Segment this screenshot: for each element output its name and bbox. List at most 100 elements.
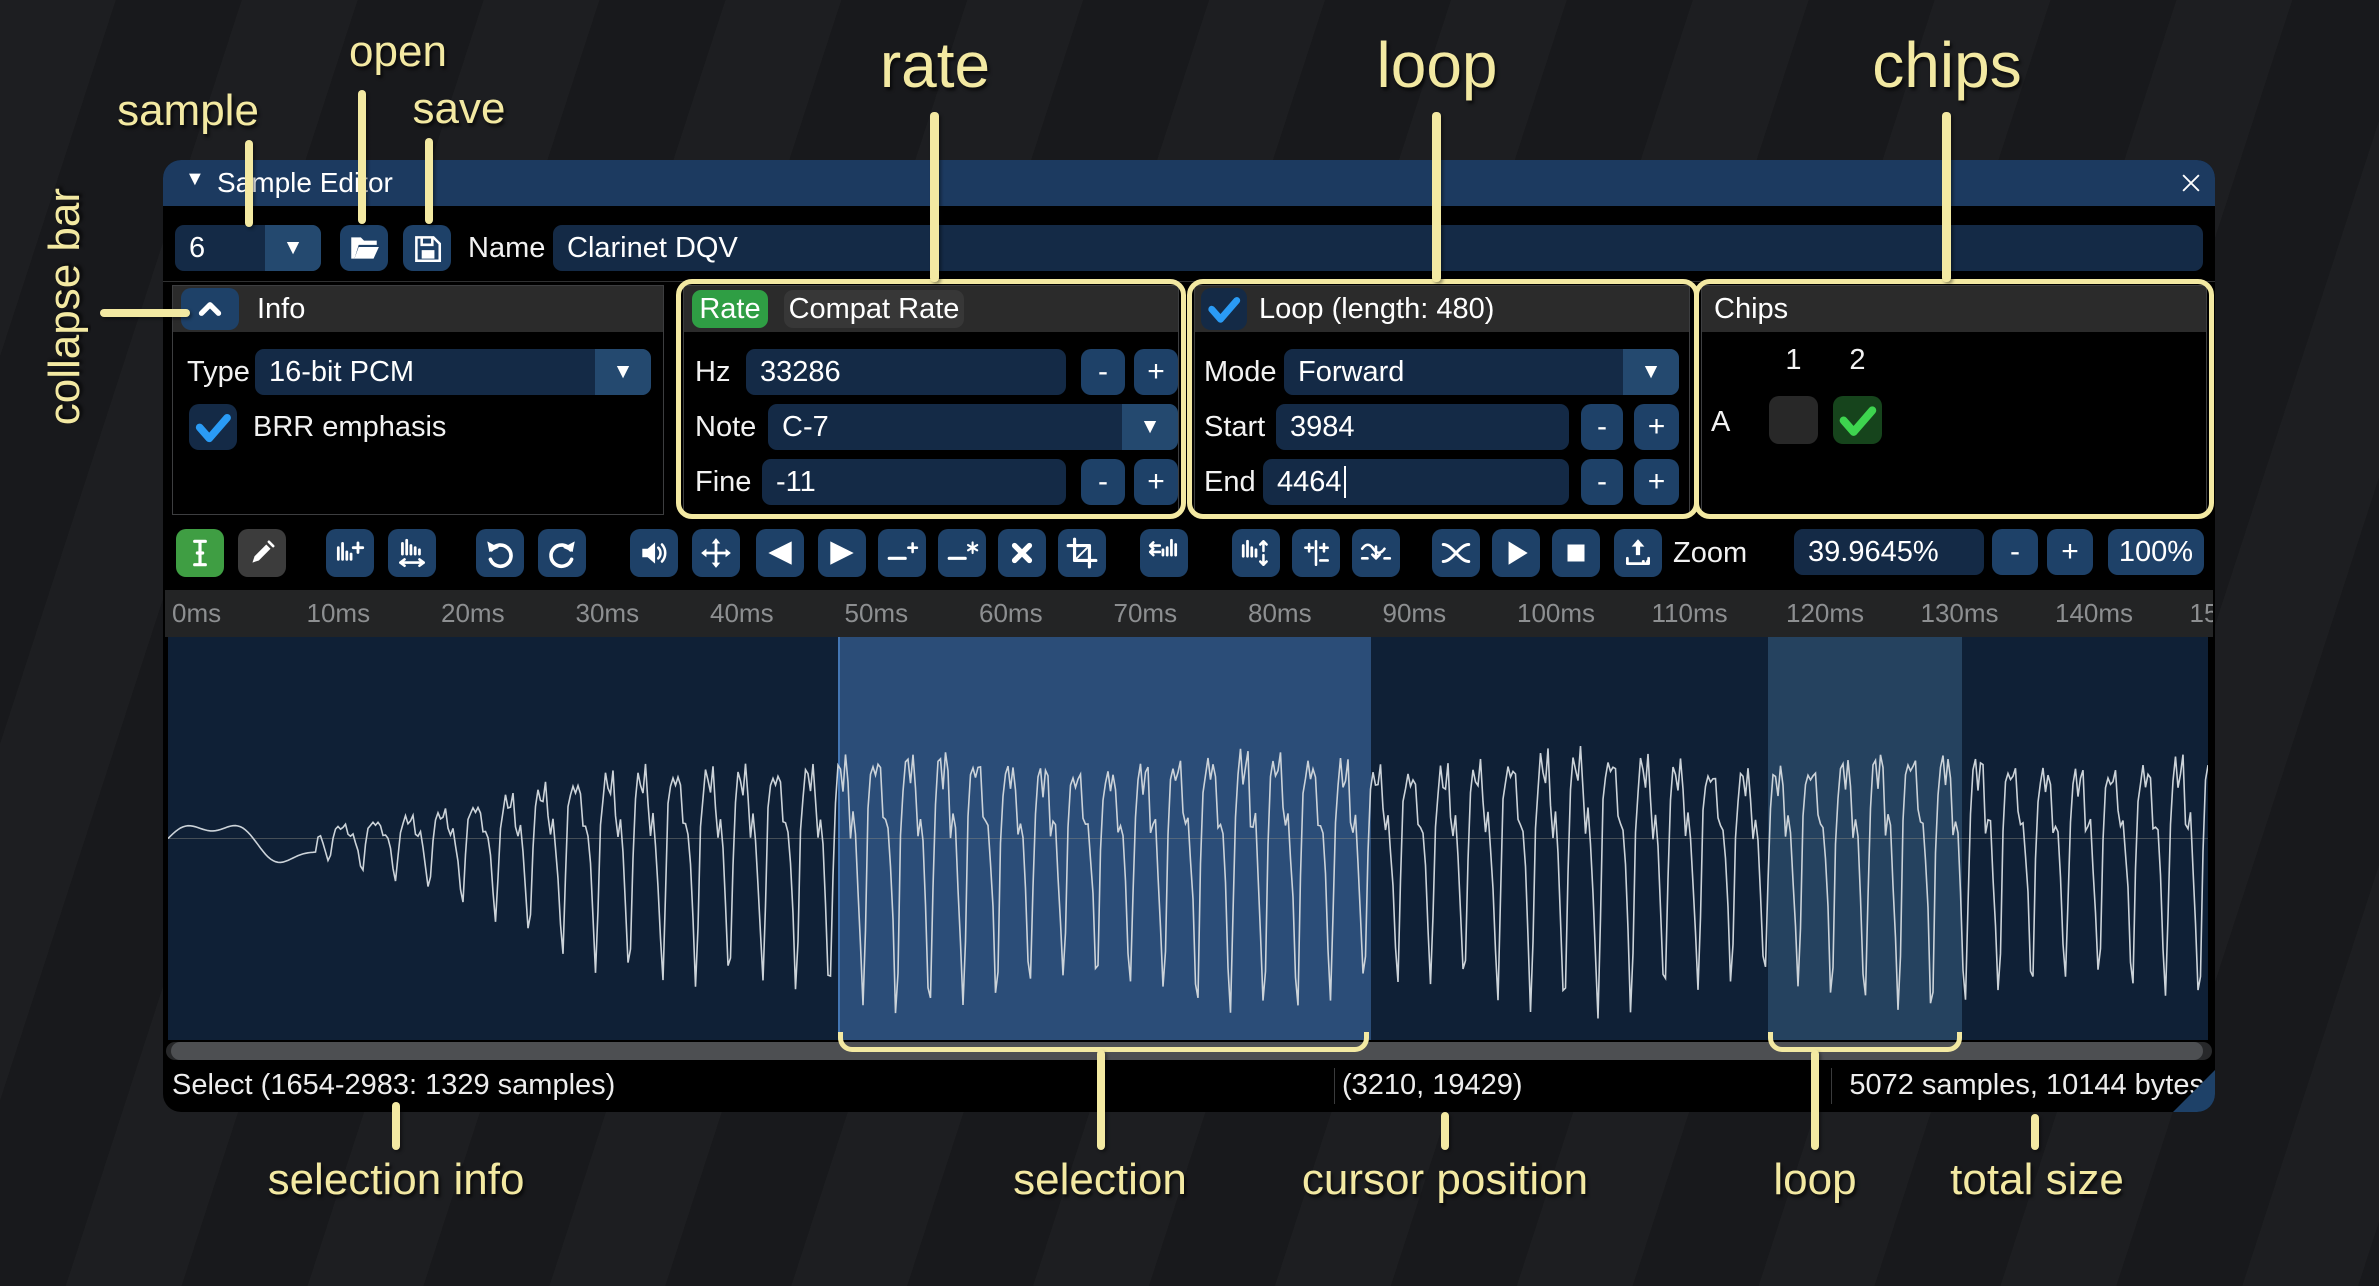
invert-button[interactable] xyxy=(1232,529,1280,577)
norm-icon xyxy=(1239,536,1273,570)
callout-line-rate xyxy=(930,112,939,282)
draw-tool[interactable] xyxy=(238,529,286,577)
annotation-selection: selection xyxy=(1013,1155,1187,1205)
waveform-view[interactable] xyxy=(168,637,2208,1040)
ruler-tick: 30ms xyxy=(576,590,640,637)
ruler-tick: 150ms xyxy=(2190,590,2214,637)
callout-bracket-selection xyxy=(838,1032,1369,1052)
fade-out-button[interactable] xyxy=(818,529,866,577)
zoom-reset-button[interactable]: 100% xyxy=(2108,529,2204,575)
filter-icon xyxy=(1359,536,1393,570)
resample-button[interactable] xyxy=(388,529,436,577)
apply-silence-button[interactable] xyxy=(938,529,986,577)
reverse-icon xyxy=(1147,536,1181,570)
undo-button[interactable] xyxy=(476,529,524,577)
zoom-value: 39.9645% xyxy=(1808,536,1939,569)
window-collapse-icon[interactable]: ▼ xyxy=(185,168,205,191)
annotation-loop-bottom: loop xyxy=(1773,1155,1856,1205)
ruler-tick: 10ms xyxy=(307,590,371,637)
zoom-in-button[interactable]: + xyxy=(2047,529,2093,575)
ruler-tick: 120ms xyxy=(1786,590,1864,637)
sample-type-dropdown[interactable]: 16-bit PCM ▼ xyxy=(255,349,651,395)
annotation-selection-info: selection info xyxy=(268,1155,525,1205)
annotation-save: save xyxy=(413,84,506,134)
fade-in-button[interactable] xyxy=(756,529,804,577)
status-bar: Select (1654-2983: 1329 samples) (3210, … xyxy=(163,1060,2215,1112)
status-cursor-position: (3210, 19429) xyxy=(1342,1060,1523,1112)
zoom-input[interactable]: 39.9645% xyxy=(1794,529,1984,575)
upload-icon xyxy=(1621,536,1655,570)
chevron-down-icon[interactable]: ▼ xyxy=(595,349,651,395)
amplify-button[interactable] xyxy=(630,529,678,577)
waveform-plot xyxy=(168,637,2208,1040)
ruler-tick: 130ms xyxy=(1921,590,1999,637)
reverse-button[interactable] xyxy=(1140,529,1188,577)
redo-button[interactable] xyxy=(538,529,586,577)
zoom-out-button[interactable]: - xyxy=(1992,529,2038,575)
wavearrows-icon xyxy=(699,536,733,570)
status-separator xyxy=(1831,1068,1832,1104)
check-icon xyxy=(189,404,235,448)
ruler-tick: 50ms xyxy=(845,590,909,637)
stop-preview-button[interactable] xyxy=(1552,529,1600,577)
callout-box-rate xyxy=(676,279,1186,519)
info-panel: Info Type 16-bit PCM ▼ BRR emphasis xyxy=(172,285,664,515)
crossfade-button[interactable] xyxy=(1432,529,1480,577)
ruler-tick: 70ms xyxy=(1114,590,1178,637)
callout-bracket-loop xyxy=(1768,1032,1962,1052)
ruler-tick: 140ms xyxy=(2055,590,2133,637)
upload-chip-button[interactable] xyxy=(1614,529,1662,577)
brr-emphasis-checkbox[interactable] xyxy=(189,404,237,450)
silstar-icon xyxy=(945,536,979,570)
dc-icon xyxy=(1299,536,1333,570)
sample-number-dropdown[interactable]: 6 ▼ xyxy=(175,225,321,271)
ruler-tick: 110ms xyxy=(1652,590,1728,637)
annotation-open: open xyxy=(349,27,447,77)
callout-line-cursor-position xyxy=(1441,1112,1449,1150)
annotation-loop: loop xyxy=(1377,28,1498,102)
callout-line-selection-info xyxy=(392,1102,400,1150)
normalize-button[interactable] xyxy=(692,529,740,577)
info-panel-title: Info xyxy=(257,286,305,332)
brr-emphasis-label: BRR emphasis xyxy=(253,404,446,450)
xfade-icon xyxy=(1439,536,1473,570)
ibeam-icon xyxy=(183,536,217,570)
filter-button[interactable] xyxy=(1352,529,1400,577)
delete-button[interactable] xyxy=(998,529,1046,577)
floppy-disk-icon xyxy=(410,231,444,265)
info-collapse-button[interactable] xyxy=(181,288,239,330)
delete-icon xyxy=(1005,536,1039,570)
folder-open-icon xyxy=(347,231,381,265)
ruler-tick: 60ms xyxy=(979,590,1043,637)
open-sample-button[interactable] xyxy=(340,225,388,271)
annotation-chips: chips xyxy=(1872,28,2021,102)
save-sample-button[interactable] xyxy=(403,225,451,271)
zoom-label: Zoom xyxy=(1673,529,1747,577)
name-input[interactable]: Clarinet DQV xyxy=(553,225,2203,271)
time-ruler[interactable]: 0ms10ms20ms30ms40ms50ms60ms70ms80ms90ms1… xyxy=(165,590,2213,637)
signed-unsigned-button[interactable] xyxy=(1292,529,1340,577)
undo-icon xyxy=(483,536,517,570)
insert-silence-button[interactable] xyxy=(878,529,926,577)
annotation-sample: sample xyxy=(117,86,259,136)
trim-button[interactable] xyxy=(1058,529,1106,577)
callout-line-sample xyxy=(245,140,253,227)
screenshot-stage: ▼ Sample Editor 6 ▼ Name Clarinet xyxy=(0,0,2379,1286)
annotation-total-size: total size xyxy=(1950,1155,2124,1205)
status-total-size: 5072 samples, 10144 bytes xyxy=(1849,1060,2204,1112)
fadeout-icon xyxy=(825,536,859,570)
close-icon[interactable] xyxy=(2177,169,2205,197)
chevron-down-icon[interactable]: ▼ xyxy=(265,225,321,271)
window-title: Sample Editor xyxy=(217,160,393,206)
select-tool[interactable] xyxy=(176,529,224,577)
pencil-icon xyxy=(245,536,279,570)
redo-icon xyxy=(545,536,579,570)
preview-button[interactable] xyxy=(1492,529,1540,577)
callout-line-loop-bottom xyxy=(1811,1050,1819,1150)
sample-type-value: 16-bit PCM xyxy=(255,356,595,389)
window-titlebar[interactable]: ▼ Sample Editor xyxy=(163,160,2215,206)
callout-box-loop xyxy=(1187,279,1699,519)
silplus-icon xyxy=(885,536,919,570)
name-value: Clarinet DQV xyxy=(567,232,738,265)
resize-button[interactable] xyxy=(326,529,374,577)
